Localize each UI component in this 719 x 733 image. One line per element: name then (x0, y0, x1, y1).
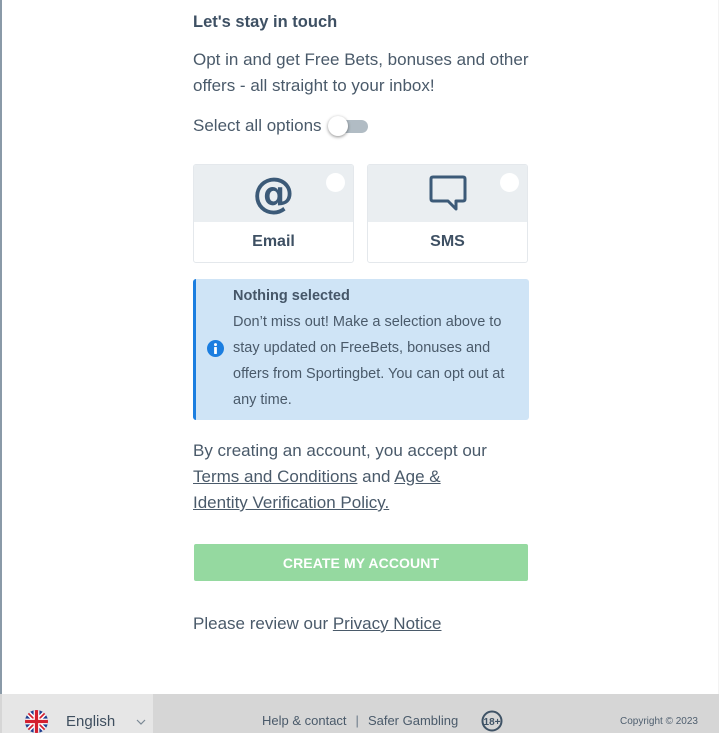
channel-label: SMS (430, 233, 465, 250)
info-icon (207, 340, 224, 357)
language-selector[interactable]: English (2, 694, 153, 733)
footer: English Help & contact | Safer Gambling … (0, 694, 719, 733)
toggle-knob (327, 116, 348, 136)
notice-body: Don’t miss out! Make a selection above t… (233, 314, 505, 408)
notice-heading: Nothing selected (233, 288, 350, 304)
channel-label: Email (252, 233, 295, 250)
sms-radio[interactable] (500, 173, 519, 192)
create-account-button[interactable]: CREATE MY ACCOUNT (194, 544, 528, 581)
footer-separator: | (355, 713, 359, 728)
help-contact-link[interactable]: Help & contact (262, 713, 347, 728)
select-all-row: Select all options (193, 114, 370, 138)
language-name: English (66, 713, 116, 730)
select-all-label: Select all options (193, 116, 322, 135)
terms-prefix: By creating an account, you accept our (193, 441, 487, 460)
terms-middle: and (357, 467, 395, 486)
speech-bubble-icon (426, 171, 470, 215)
uk-flag-icon (25, 710, 48, 733)
select-all-toggle[interactable] (327, 114, 370, 138)
email-radio[interactable] (326, 173, 345, 192)
left-border (0, 0, 2, 733)
nothing-selected-notice: Nothing selected Don’t miss out! Make a … (193, 279, 529, 420)
chevron-down-icon (136, 719, 146, 725)
at-sign-icon: @ (252, 168, 295, 217)
copyright-text: Copyright © 2023 (620, 716, 698, 727)
terms-and-conditions-link[interactable]: Terms and Conditions (193, 467, 357, 486)
footer-links: Help & contact | Safer Gambling (262, 713, 458, 728)
age-18-plus-icon: 18+ (481, 710, 503, 732)
safer-gambling-link[interactable]: Safer Gambling (368, 713, 458, 728)
channel-option-email[interactable]: @ Email (193, 164, 354, 263)
section-title: Let's stay in touch (193, 13, 338, 31)
svg-text:18+: 18+ (484, 717, 501, 728)
privacy-notice-link[interactable]: Privacy Notice (333, 614, 442, 633)
channel-options: @ Email SMS (193, 164, 529, 263)
section-intro: Opt in and get Free Bets, bonuses and ot… (193, 50, 529, 95)
privacy-text: Please review our Privacy Notice (193, 614, 441, 634)
privacy-prefix: Please review our (193, 614, 333, 633)
terms-text: By creating an account, you accept our T… (193, 438, 493, 516)
channel-option-sms[interactable]: SMS (367, 164, 528, 263)
